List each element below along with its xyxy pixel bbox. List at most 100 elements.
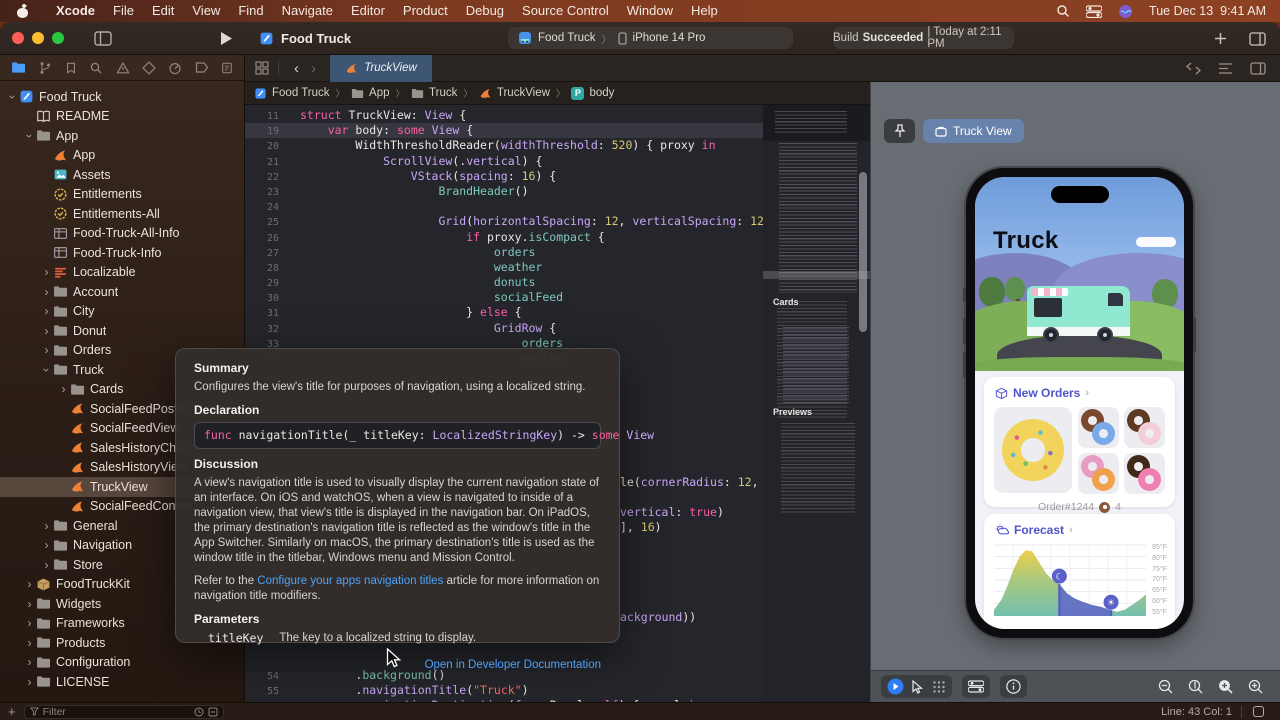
menu-source-control[interactable]: Source Control [513,0,618,22]
minimize-window-button[interactable] [32,32,44,44]
pin-preview-button[interactable] [884,119,915,143]
selectable-mode-button[interactable] [912,680,924,694]
editor-minimap[interactable]: Cards Previews [763,105,870,702]
breadcrumb-app[interactable]: App [351,87,389,100]
disclosure-chevron[interactable]: › [40,519,53,533]
minimap-options-icon[interactable] [1218,62,1233,75]
tree-item-food-truck-info[interactable]: Food-Truck-Info [0,243,244,263]
menu-editor[interactable]: Editor [342,0,394,22]
variants-mode-button[interactable] [932,680,946,694]
toggle-navigator-icon[interactable] [94,31,112,46]
activity-view[interactable]: BuildSucceeded| Today at 2:11 PM [833,27,1014,49]
back-button[interactable]: ‹ [288,60,305,77]
project-navigator-icon[interactable] [11,60,26,75]
code-line-32[interactable]: 32 GridRow { [245,321,763,336]
menu-help[interactable]: Help [682,0,727,22]
iphone-preview[interactable]: Truck [966,168,1193,638]
tree-item-localizable[interactable]: ›Localizable [0,263,244,283]
tree-item-account[interactable]: ›Account [0,282,244,302]
breadcrumb-food-truck[interactable]: Food Truck [254,87,330,100]
apple-menu-icon[interactable] [16,5,29,18]
disclosure-chevron[interactable]: › [23,577,36,591]
order-small-tile-1[interactable] [1078,407,1119,448]
navigator-filter-field[interactable]: Filter [24,705,224,719]
preview-info-button[interactable] [1006,679,1021,694]
code-line-28[interactable]: 28 weather [245,260,763,275]
disclosure-chevron[interactable]: › [40,558,53,572]
tree-item-entitlements-all[interactable]: Entitlements-All [0,204,244,224]
tests-navigator-icon[interactable] [142,61,156,75]
disclosure-chevron[interactable]: › [23,129,37,142]
forward-button[interactable]: › [305,60,322,77]
filter-recent-icon[interactable] [194,707,204,717]
open-developer-documentation-link[interactable]: Open in Developer Documentation [425,659,601,671]
editor-mode-icon[interactable] [1253,706,1264,717]
order-small-tile-4[interactable] [1124,453,1165,494]
filter-scm-icon[interactable] [208,707,218,717]
disclosure-chevron[interactable]: › [23,636,36,650]
disclosure-chevron[interactable]: › [40,343,53,357]
spotlight-icon[interactable] [1056,4,1070,18]
code-line-55[interactable]: 55 .navigationTitle("Truck") [245,683,763,698]
device-settings-button[interactable] [968,680,984,693]
tree-item-license[interactable]: ›LICENSE [0,672,244,692]
menu-edit[interactable]: Edit [143,0,183,22]
tree-item-readme[interactable]: README [0,107,244,127]
bookmarks-navigator-icon[interactable] [65,61,77,75]
breadcrumb-truck[interactable]: Truck [411,87,457,100]
breadcrumb-body[interactable]: Pbody [571,87,614,100]
run-button[interactable] [220,31,233,46]
tree-item-food-truck-all-info[interactable]: Food-Truck-All-Info [0,224,244,244]
code-line-27[interactable]: 27 orders [245,245,763,260]
menu-product[interactable]: Product [394,0,457,22]
menu-view[interactable]: View [183,0,229,22]
tree-item-entitlements[interactable]: Entitlements [0,185,244,205]
disclosure-chevron[interactable]: › [57,382,70,396]
live-preview-button[interactable] [887,678,904,695]
code-line-25[interactable]: 25 Grid(horizontalSpacing: 12, verticalS… [245,214,763,229]
code-line-29[interactable]: 29 donuts [245,275,763,290]
tab-truckview[interactable]: TruckView [330,55,432,82]
zoom-out-button[interactable] [1158,679,1174,695]
code-line-31[interactable]: 31 } else { [245,305,763,320]
menu-debug[interactable]: Debug [457,0,513,22]
disclosure-chevron[interactable]: › [6,90,20,103]
disclosure-chevron[interactable]: › [40,265,53,279]
order-small-tile-3[interactable] [1078,453,1119,494]
find-navigator-icon[interactable] [89,61,103,75]
source-control-navigator-icon[interactable] [38,61,52,75]
code-line-30[interactable]: 30 socialFeed [245,290,763,305]
tree-item-donut[interactable]: ›Donut [0,321,244,341]
breadcrumb-truckview[interactable]: TruckView [479,87,550,100]
navigation-titles-article-link[interactable]: Configure your apps navigation titles [257,575,443,587]
order-large-tile[interactable] [994,407,1072,493]
code-line-22[interactable]: 22 VStack(spacing: 16) { [245,169,763,184]
code-line-11[interactable]: 11struct TruckView: View { [245,108,763,123]
scheme-device[interactable]: iPhone 14 Pro [633,32,706,44]
zoom-window-button[interactable] [52,32,64,44]
disclosure-chevron[interactable]: › [23,655,36,669]
disclosure-chevron[interactable]: › [40,304,53,318]
tree-item-food-truck[interactable]: ›Food Truck [0,87,244,107]
tree-item-app[interactable]: App [0,146,244,166]
preview-device-button[interactable]: Truck View [923,119,1024,143]
disclosure-chevron[interactable]: › [23,616,36,630]
scheme-selector[interactable]: Food Truck 〉 iPhone 14 Pro [508,27,793,49]
tree-item-app[interactable]: ›App [0,126,244,146]
debug-navigator-icon[interactable] [168,61,182,75]
breakpoints-navigator-icon[interactable] [195,61,209,74]
scheme-name[interactable]: Food Truck [538,32,596,44]
zoom-in-button[interactable] [1248,679,1264,695]
issues-navigator-icon[interactable] [116,61,130,75]
disclosure-chevron[interactable]: › [40,538,53,552]
inspectors-toggle-icon[interactable] [1250,62,1266,75]
siri-icon[interactable] [1118,4,1133,19]
new-orders-card[interactable]: New Orders › Order#1244 4 [984,377,1175,507]
order-small-tile-2[interactable] [1124,407,1165,448]
tree-item-assets[interactable]: Assets [0,165,244,185]
editor-scrollbar[interactable] [859,172,867,332]
code-review-icon[interactable] [1186,62,1201,75]
code-line-20[interactable]: 20 WidthThresholdReader(widthThreshold: … [245,138,763,153]
close-window-button[interactable] [12,32,24,44]
zoom-fit-button[interactable] [1218,679,1234,695]
